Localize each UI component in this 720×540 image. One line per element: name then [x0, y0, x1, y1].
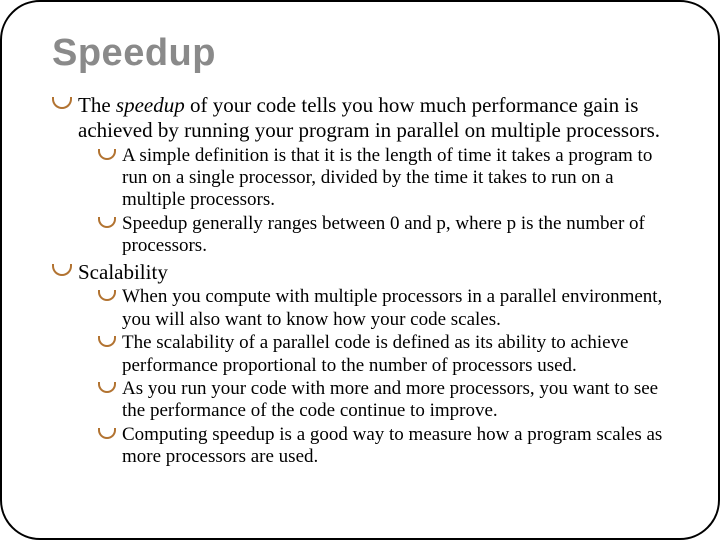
- sub-bullet-simple-definition: A simple definition is that it is the le…: [98, 145, 668, 212]
- bullet-list: The speedup of your code tells you how m…: [52, 93, 668, 469]
- text-em-speedup: speedup: [116, 93, 185, 117]
- sub-list-speedup: A simple definition is that it is the le…: [78, 145, 668, 258]
- bullet-scalability: Scalability When you compute with multip…: [52, 260, 668, 469]
- sub-bullet-scalability-def: The scalability of a parallel code is de…: [98, 332, 668, 377]
- bullet-speedup-definition: The speedup of your code tells you how m…: [52, 93, 668, 258]
- sub-bullet-measure: Computing speedup is a good way to measu…: [98, 424, 668, 469]
- sub-bullet-more-processors: As you run your code with more and more …: [98, 378, 668, 423]
- sub-bullet-parallel-env: When you compute with multiple processor…: [98, 286, 668, 331]
- sub-bullet-range: Speedup generally ranges between 0 and p…: [98, 213, 668, 258]
- text-pre: The: [78, 93, 116, 117]
- sub-list-scalability: When you compute with multiple processor…: [78, 286, 668, 468]
- text-scalability: Scalability: [78, 260, 168, 284]
- slide-frame: Speedup The speedup of your code tells y…: [0, 0, 720, 540]
- slide-title: Speedup: [52, 32, 668, 75]
